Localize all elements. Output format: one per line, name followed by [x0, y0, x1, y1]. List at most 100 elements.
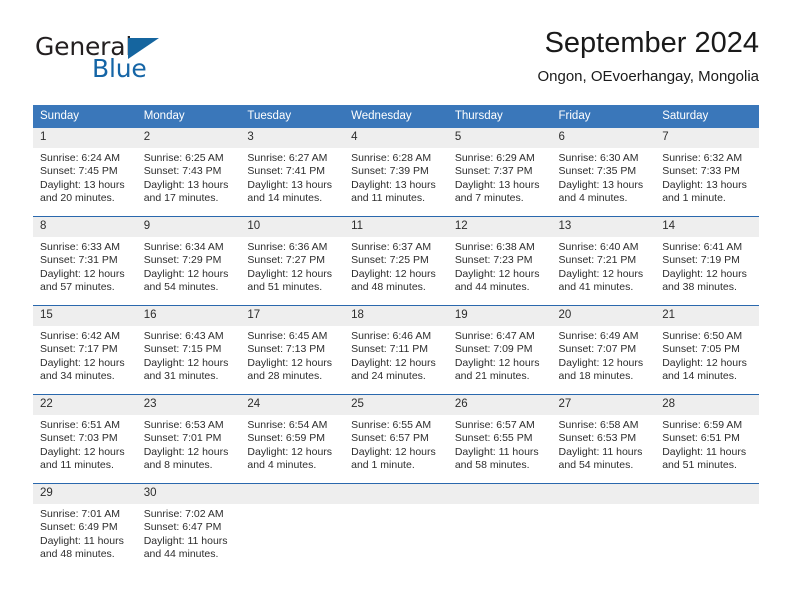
calendar-day-cell[interactable]: 2 Sunrise: 6:25 AM Sunset: 7:43 PM Daylight… — [136, 128, 241, 217]
day-number: 8 — [33, 217, 137, 237]
day-details: Sunrise: 6:37 AM Sunset: 7:25 PM Daylight:… — [344, 237, 448, 294]
sunset-text: Sunset: 7:15 PM — [143, 343, 222, 356]
daylight-text: Daylight: 12 hours and 54 minutes. — [143, 267, 229, 293]
sunrise-text: Sunrise: 6:54 AM — [247, 419, 328, 431]
day-number: 19 — [447, 306, 552, 326]
day-number: 18 — [344, 306, 448, 326]
day-details: Sunrise: 6:59 AM Sunset: 6:51 PM Daylight:… — [655, 415, 759, 472]
calendar-day-cell[interactable]: 25 Sunrise: 6:55 AM Sunset: 6:57 PM Dayligh… — [344, 394, 448, 484]
calendar-day-cell[interactable]: 11 Sunrise: 6:37 AM Sunset: 7:25 PM Dayligh… — [344, 216, 448, 306]
sunset-text: Sunset: 7:41 PM — [247, 165, 326, 178]
sunset-text: Sunset: 7:25 PM — [351, 254, 429, 267]
day-details: Sunrise: 6:27 AM Sunset: 7:41 PM Daylight:… — [240, 148, 344, 205]
daylight-text: Daylight: 12 hours and 57 minutes. — [40, 267, 125, 293]
calendar-day-cell[interactable]: 26 Sunrise: 6:57 AM Sunset: 6:55 PM Dayligh… — [447, 394, 552, 484]
daylight-text: Daylight: 12 hours and 1 minute. — [351, 445, 436, 471]
calendar-day-cell[interactable]: 1 Sunrise: 6:24 AM Sunset: 7:45 PM Daylight… — [33, 128, 137, 217]
daylight-text: Daylight: 12 hours and 51 minutes. — [247, 267, 333, 293]
day-details: Sunrise: 6:49 AM Sunset: 7:07 PM Daylight:… — [552, 326, 656, 383]
calendar-day-cell[interactable]: 12 Sunrise: 6:38 AM Sunset: 7:23 PM Dayligh… — [447, 216, 552, 306]
calendar-day-cell[interactable]: 13 Sunrise: 6:40 AM Sunset: 7:21 PM Dayligh… — [551, 216, 656, 306]
calendar-day-cell[interactable]: 18 Sunrise: 6:46 AM Sunset: 7:11 PM Dayligh… — [344, 305, 448, 395]
sunset-text: Sunset: 7:09 PM — [454, 343, 533, 356]
day-number: 12 — [447, 217, 552, 237]
day-details: Sunrise: 6:32 AM Sunset: 7:33 PM Daylight:… — [655, 148, 759, 205]
day-details: Sunrise: 6:42 AM Sunset: 7:17 PM Daylight:… — [33, 326, 137, 383]
day-details: Sunrise: 6:57 AM Sunset: 6:55 PM Daylight:… — [448, 415, 552, 472]
daylight-text: Daylight: 12 hours and 24 minutes. — [351, 356, 436, 382]
sunset-text: Sunset: 7:31 PM — [40, 254, 118, 267]
day-number: 4 — [344, 128, 448, 148]
daylight-text: Daylight: 11 hours and 58 minutes. — [454, 445, 539, 471]
daylight-text: Daylight: 12 hours and 28 minutes. — [247, 356, 333, 382]
calendar-day-cell[interactable]: 6 Sunrise: 6:30 AM Sunset: 7:35 PM Daylight… — [551, 128, 656, 217]
weekday-header-sunday: Sunday — [33, 105, 137, 128]
sunset-text: Sunset: 6:55 PM — [454, 432, 533, 445]
sunrise-text: Sunrise: 6:58 AM — [558, 419, 639, 431]
day-number: 26 — [447, 395, 552, 415]
sunset-text: Sunset: 7:43 PM — [143, 165, 222, 178]
calendar-day-cell[interactable]: 7 Sunrise: 6:32 AM Sunset: 7:33 PM Daylight… — [655, 128, 759, 217]
day-number: 5 — [447, 128, 552, 148]
general-blue-logo[interactable]: General Blue — [33, 26, 293, 90]
weekday-header-wednesday: Wednesday — [344, 105, 448, 128]
calendar-day-cell[interactable]: 29 Sunrise: 7:01 AM Sunset: 6:49 PM Dayligh… — [33, 483, 137, 572]
calendar-day-cell[interactable]: 14 Sunrise: 6:41 AM Sunset: 7:19 PM Dayligh… — [655, 216, 759, 306]
sunrise-text: Sunrise: 6:46 AM — [351, 330, 432, 342]
sunset-text: Sunset: 7:03 PM — [40, 432, 118, 445]
sunrise-text: Sunrise: 6:42 AM — [40, 330, 120, 342]
weekday-header-friday: Friday — [551, 105, 656, 128]
sunset-text: Sunset: 7:37 PM — [454, 165, 533, 178]
calendar-day-cell[interactable]: 15 Sunrise: 6:42 AM Sunset: 7:17 PM Dayligh… — [33, 305, 137, 395]
calendar-day-cell[interactable]: 21 Sunrise: 6:50 AM Sunset: 7:05 PM Dayligh… — [655, 305, 759, 395]
sunset-text: Sunset: 7:45 PM — [40, 165, 118, 178]
sunrise-text: Sunrise: 6:37 AM — [351, 241, 432, 253]
calendar-body: 1 Sunrise: 6:24 AM Sunset: 7:45 PM Daylight… — [33, 128, 759, 572]
day-number — [447, 484, 552, 504]
daylight-text: Daylight: 11 hours and 54 minutes. — [558, 445, 643, 471]
day-number: 21 — [655, 306, 759, 326]
day-number — [240, 484, 345, 504]
calendar-day-cell[interactable]: 27 Sunrise: 6:58 AM Sunset: 6:53 PM Dayligh… — [551, 394, 656, 484]
calendar-day-cell[interactable]: 9 Sunrise: 6:34 AM Sunset: 7:29 PM Daylight… — [136, 216, 241, 306]
calendar-day-cell[interactable]: 3 Sunrise: 6:27 AM Sunset: 7:41 PM Daylight… — [240, 128, 345, 217]
daylight-text: Daylight: 13 hours and 7 minutes. — [454, 178, 540, 204]
sunset-text: Sunset: 6:53 PM — [558, 432, 637, 445]
calendar-day-cell[interactable]: 4 Sunrise: 6:28 AM Sunset: 7:39 PM Daylight… — [344, 128, 448, 217]
calendar-day-cell[interactable]: 24 Sunrise: 6:54 AM Sunset: 6:59 PM Dayligh… — [240, 394, 345, 484]
calendar-day-cell[interactable]: 28 Sunrise: 6:59 AM Sunset: 6:51 PM Dayligh… — [655, 394, 759, 484]
daylight-text: Daylight: 12 hours and 31 minutes. — [143, 356, 229, 382]
weekday-header-thursday: Thursday — [447, 105, 552, 128]
calendar-week-row: 29 Sunrise: 7:01 AM Sunset: 6:49 PM Dayligh… — [33, 483, 759, 572]
calendar-day-cell[interactable]: 17 Sunrise: 6:45 AM Sunset: 7:13 PM Dayligh… — [240, 305, 345, 395]
calendar-day-cell[interactable]: 30 Sunrise: 7:02 AM Sunset: 6:47 PM Dayligh… — [136, 483, 241, 572]
sunrise-text: Sunrise: 6:28 AM — [351, 152, 432, 164]
calendar-day-cell[interactable]: 16 Sunrise: 6:43 AM Sunset: 7:15 PM Dayligh… — [136, 305, 241, 395]
sunrise-text: Sunrise: 6:34 AM — [143, 241, 224, 253]
day-number: 29 — [33, 484, 137, 504]
calendar-day-cell-empty — [655, 483, 759, 572]
calendar-day-cell[interactable]: 23 Sunrise: 6:53 AM Sunset: 7:01 PM Dayligh… — [136, 394, 241, 484]
calendar-day-cell[interactable]: 5 Sunrise: 6:29 AM Sunset: 7:37 PM Daylight… — [447, 128, 552, 217]
daylight-text: Daylight: 12 hours and 34 minutes. — [40, 356, 125, 382]
calendar-header-row: Sunday Monday Tuesday Wednesday Thursday Frid… — [33, 105, 759, 128]
calendar-day-cell[interactable]: 10 Sunrise: 6:36 AM Sunset: 7:27 PM Dayligh… — [240, 216, 345, 306]
sunset-text: Sunset: 7:35 PM — [558, 165, 637, 178]
sunrise-text: Sunrise: 6:43 AM — [143, 330, 224, 342]
page-title: September 2024 — [544, 27, 759, 59]
day-number: 25 — [344, 395, 448, 415]
calendar-day-cell[interactable]: 19 Sunrise: 6:47 AM Sunset: 7:09 PM Dayligh… — [447, 305, 552, 395]
calendar-day-cell[interactable]: 22 Sunrise: 6:51 AM Sunset: 7:03 PM Dayligh… — [33, 394, 137, 484]
sunrise-text: Sunrise: 6:32 AM — [662, 152, 743, 164]
calendar-day-cell[interactable]: 8 Sunrise: 6:33 AM Sunset: 7:31 PM Daylight… — [33, 216, 137, 306]
calendar-day-cell[interactable]: 20 Sunrise: 6:49 AM Sunset: 7:07 PM Dayligh… — [551, 305, 656, 395]
day-number: 13 — [551, 217, 656, 237]
sunset-text: Sunset: 7:27 PM — [247, 254, 326, 267]
daylight-text: Daylight: 12 hours and 18 minutes. — [558, 356, 644, 382]
sunrise-text: Sunrise: 6:53 AM — [143, 419, 224, 431]
logo-text-blue: Blue — [92, 54, 147, 83]
day-number: 7 — [655, 128, 759, 148]
day-number — [655, 484, 759, 504]
daylight-text: Daylight: 12 hours and 41 minutes. — [558, 267, 644, 293]
sunset-text: Sunset: 7:19 PM — [662, 254, 740, 267]
